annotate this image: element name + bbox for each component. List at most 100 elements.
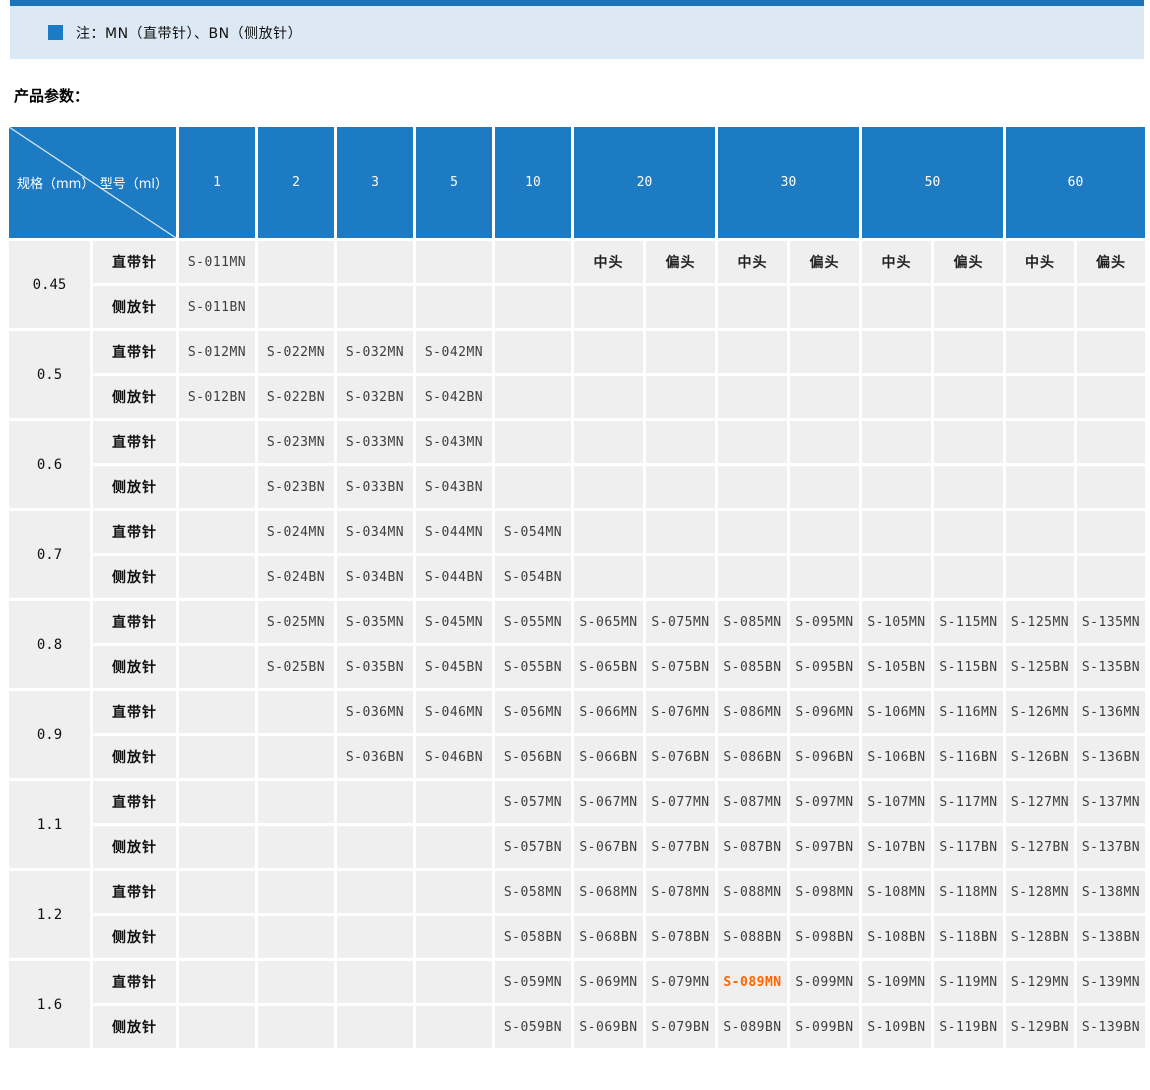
empty-cell xyxy=(646,376,715,418)
table-header-row: 规格（mm） 型号（ml） 12351020305060 xyxy=(9,127,1145,238)
model-cell: S-054MN xyxy=(495,511,571,553)
empty-cell xyxy=(495,286,571,328)
model-cell: S-138MN xyxy=(1077,871,1145,913)
model-cell: S-139MN xyxy=(1077,961,1145,1003)
model-cell: S-097BN xyxy=(790,826,859,868)
model-cell: S-033MN xyxy=(337,421,413,463)
model-cell: S-119MN xyxy=(934,961,1003,1003)
model-cell: S-035MN xyxy=(337,601,413,643)
empty-cell xyxy=(416,286,492,328)
model-cell: S-119BN xyxy=(934,1006,1003,1048)
empty-cell xyxy=(1006,286,1074,328)
table-row: 0.5直带针S-012MNS-022MNS-032MNS-042MN xyxy=(9,331,1145,373)
empty-cell xyxy=(179,916,255,958)
table-row: 1.1直带针S-057MNS-067MNS-077MNS-087MNS-097M… xyxy=(9,781,1145,823)
empty-cell xyxy=(258,826,334,868)
empty-cell xyxy=(179,421,255,463)
model-cell: S-054BN xyxy=(495,556,571,598)
model-cell: S-024BN xyxy=(258,556,334,598)
model-cell: S-097MN xyxy=(790,781,859,823)
table-corner-cell: 规格（mm） 型号（ml） xyxy=(9,127,176,238)
table-row: 0.7直带针S-024MNS-034MNS-044MNS-054MN xyxy=(9,511,1145,553)
empty-cell xyxy=(1077,421,1145,463)
empty-cell xyxy=(495,421,571,463)
model-cell: S-107MN xyxy=(862,781,931,823)
model-cell: S-036BN xyxy=(337,736,413,778)
empty-cell xyxy=(179,646,255,688)
header-col-60: 60 xyxy=(1006,127,1145,238)
model-cell: S-087BN xyxy=(718,826,787,868)
empty-cell xyxy=(179,556,255,598)
empty-cell xyxy=(337,961,413,1003)
model-cell: S-095BN xyxy=(790,646,859,688)
size-cell: 0.6 xyxy=(9,421,90,508)
empty-cell xyxy=(495,331,571,373)
model-cell: S-087MN xyxy=(718,781,787,823)
empty-cell xyxy=(934,376,1003,418)
row-type-label: 直带针 xyxy=(93,871,176,913)
model-cell: S-125MN xyxy=(1006,601,1074,643)
model-cell: S-065MN xyxy=(574,601,643,643)
row-type-label: 侧放针 xyxy=(93,286,176,328)
empty-cell xyxy=(862,376,931,418)
corner-spec-label: 规格（mm） xyxy=(17,173,94,192)
empty-cell xyxy=(790,511,859,553)
table-row: 0.6直带针S-023MNS-033MNS-043MN xyxy=(9,421,1145,463)
empty-cell xyxy=(258,691,334,733)
empty-cell xyxy=(1077,466,1145,508)
row-type-label: 侧放针 xyxy=(93,556,176,598)
empty-cell xyxy=(934,331,1003,373)
empty-cell xyxy=(790,466,859,508)
empty-cell xyxy=(258,916,334,958)
model-cell: S-042MN xyxy=(416,331,492,373)
subcol-label: 偏头 xyxy=(790,241,859,283)
empty-cell xyxy=(337,1006,413,1048)
model-cell: S-078BN xyxy=(646,916,715,958)
size-cell: 0.45 xyxy=(9,241,90,328)
empty-cell xyxy=(646,331,715,373)
row-type-label: 直带针 xyxy=(93,601,176,643)
model-cell: S-058BN xyxy=(495,916,571,958)
model-cell: S-033BN xyxy=(337,466,413,508)
model-cell: S-011MN xyxy=(179,241,255,283)
empty-cell xyxy=(179,601,255,643)
model-cell: S-056MN xyxy=(495,691,571,733)
model-cell: S-129BN xyxy=(1006,1006,1074,1048)
empty-cell xyxy=(1006,466,1074,508)
model-cell: S-069BN xyxy=(574,1006,643,1048)
model-cell: S-128MN xyxy=(1006,871,1074,913)
model-cell: S-079BN xyxy=(646,1006,715,1048)
empty-cell xyxy=(258,781,334,823)
model-cell[interactable]: S-089MN xyxy=(718,961,787,1003)
note-banner: 注：MN（直带针）、BN（侧放针） xyxy=(10,0,1144,59)
model-cell: S-135MN xyxy=(1077,601,1145,643)
model-cell: S-055MN xyxy=(495,601,571,643)
size-cell: 0.7 xyxy=(9,511,90,598)
model-cell: S-129MN xyxy=(1006,961,1074,1003)
header-col-1: 1 xyxy=(179,127,255,238)
empty-cell xyxy=(646,421,715,463)
table-row: 侧放针S-057BNS-067BNS-077BNS-087BNS-097BNS-… xyxy=(9,826,1145,868)
empty-cell xyxy=(179,871,255,913)
model-cell: S-088BN xyxy=(718,916,787,958)
empty-cell xyxy=(1077,376,1145,418)
model-cell: S-034BN xyxy=(337,556,413,598)
table-row: 侧放针S-011BN xyxy=(9,286,1145,328)
empty-cell xyxy=(646,511,715,553)
empty-cell xyxy=(416,916,492,958)
square-bullet-icon xyxy=(48,25,63,40)
model-cell: S-075MN xyxy=(646,601,715,643)
table-row: 侧放针S-036BNS-046BNS-056BNS-066BNS-076BNS-… xyxy=(9,736,1145,778)
row-type-label: 侧放针 xyxy=(93,646,176,688)
empty-cell xyxy=(574,331,643,373)
model-cell: S-118MN xyxy=(934,871,1003,913)
model-cell: S-044BN xyxy=(416,556,492,598)
model-cell: S-099MN xyxy=(790,961,859,1003)
size-cell: 0.8 xyxy=(9,601,90,688)
empty-cell xyxy=(574,376,643,418)
empty-cell xyxy=(574,556,643,598)
empty-cell xyxy=(718,466,787,508)
model-cell: S-136BN xyxy=(1077,736,1145,778)
model-cell: S-069MN xyxy=(574,961,643,1003)
model-cell: S-057MN xyxy=(495,781,571,823)
